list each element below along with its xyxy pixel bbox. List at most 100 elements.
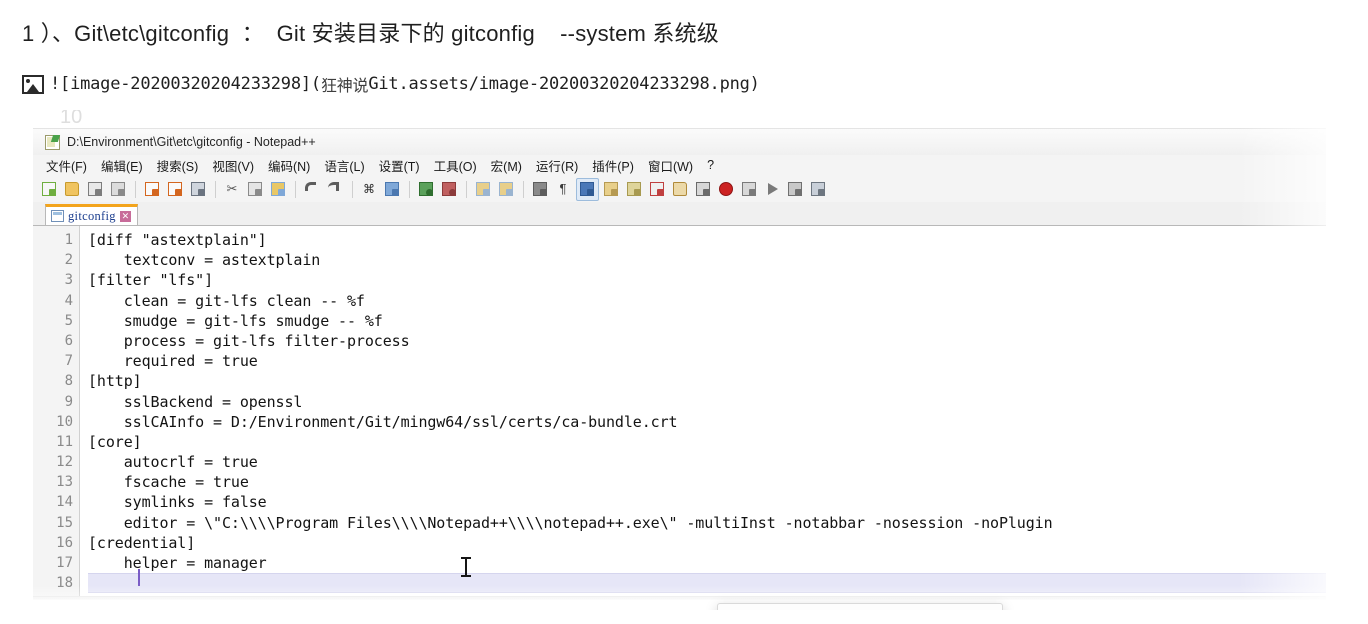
document-map-icon[interactable] [624, 179, 645, 200]
run-macro-multiple-icon[interactable] [785, 179, 806, 200]
code-text-area[interactable]: [diff "astextplain"] textconv = astextpl… [80, 226, 1326, 596]
word-wrap-icon[interactable] [530, 179, 551, 200]
menu-item-6[interactable]: 设置(T) [372, 154, 427, 178]
ui-user-interface-icon[interactable] [601, 179, 622, 200]
notepad-plus-plus-icon [45, 134, 60, 150]
code-line[interactable]: sslBackend = openssl [88, 392, 1326, 412]
close-icon[interactable]: ✕ [119, 210, 131, 222]
ghost-page-number: 10 [60, 110, 83, 128]
menu-item-2[interactable]: 搜索(S) [150, 154, 206, 178]
menu-item-7[interactable]: 工具(O) [427, 154, 484, 178]
close-all-icon[interactable] [165, 179, 186, 200]
menu-item-11[interactable]: 窗口(W) [641, 154, 700, 178]
code-line[interactable] [88, 573, 1326, 594]
paste-icon-accent [278, 188, 285, 196]
replace-icon[interactable] [382, 179, 403, 200]
line-number: 6 [64, 332, 73, 349]
markdown-image-prefix: ![image-20200320204233298]( [50, 74, 321, 94]
code-editor[interactable]: 1 2 3 4 5 6 7 8 9 10 11 12 13 14 15 16 17 18 [diff "astex… [33, 226, 1326, 596]
toolbar[interactable]: ✂ ⌘ ¶ [33, 176, 1326, 202]
code-line[interactable]: symlinks = false [88, 492, 1326, 512]
code-line[interactable]: [credential] [88, 533, 1326, 553]
cut-icon[interactable]: ✂ [222, 179, 243, 200]
run-macro-multiple-icon-accent [795, 188, 802, 196]
page-bottom-area [0, 600, 1368, 624]
code-line[interactable]: [http] [88, 371, 1326, 391]
ui-user-interface-icon-accent [611, 188, 618, 196]
indent-guide-icon[interactable] [576, 177, 599, 201]
code-line[interactable]: fscache = true [88, 472, 1326, 492]
copy-icon[interactable] [245, 179, 266, 200]
paste-icon[interactable] [268, 179, 289, 200]
toolbar-separator [295, 180, 296, 198]
print-icon[interactable] [188, 179, 209, 200]
document-map-icon-accent [634, 188, 641, 196]
code-line[interactable]: textconv = astextplain [88, 250, 1326, 270]
sync-vertical-icon-accent [483, 188, 490, 196]
tab-gitconfig[interactable]: gitconfig ✕ [45, 204, 138, 225]
code-line[interactable]: [diff "astextplain"] [88, 230, 1326, 250]
sync-horizontal-icon-accent [506, 188, 513, 196]
zoom-out-icon-accent [449, 188, 456, 196]
toolbar-separator [523, 180, 524, 198]
menu-item-4[interactable]: 编码(N) [261, 154, 317, 178]
menu-item-0[interactable]: 文件(F) [39, 154, 94, 178]
cut-icon-glyph: ✂ [226, 180, 238, 196]
save-macro-icon-accent [818, 188, 825, 196]
save-macro-icon[interactable] [808, 179, 829, 200]
line-number: 3 [64, 272, 73, 289]
code-line[interactable]: required = true [88, 351, 1326, 371]
replace-icon-accent [392, 188, 399, 196]
text-caret [138, 569, 140, 586]
code-line[interactable]: process = git-lfs filter-process [88, 331, 1326, 351]
code-line[interactable]: smudge = git-lfs smudge -- %f [88, 311, 1326, 331]
find-icon[interactable]: ⌘ [359, 179, 380, 200]
copy-icon-accent [255, 188, 262, 196]
markdown-image-reference-line: ![image-20200320204233298]( 狂神说 Git.asse… [22, 70, 760, 98]
function-list-icon[interactable] [647, 179, 668, 200]
undo-icon[interactable] [302, 179, 323, 200]
stop-macro-icon[interactable] [739, 179, 760, 200]
zoom-out-icon[interactable] [439, 179, 460, 200]
code-line[interactable]: sslCAInfo = D:/Environment/Git/mingw64/s… [88, 412, 1326, 432]
code-line[interactable]: autocrlf = true [88, 452, 1326, 472]
code-line[interactable]: [core] [88, 432, 1326, 452]
tab-bar[interactable]: gitconfig ✕ [33, 202, 1326, 226]
sync-vertical-icon[interactable] [473, 179, 494, 200]
menu-item-3[interactable]: 视图(V) [205, 154, 261, 178]
window-title-bar: D:\Environment\Git\etc\gitconfig - Notep… [33, 129, 1326, 155]
close-file-icon[interactable] [142, 179, 163, 200]
record-macro-icon-glyph [719, 181, 733, 196]
toolbar-separator [135, 180, 136, 198]
save-icon[interactable] [85, 179, 106, 200]
file-icon [51, 210, 64, 222]
menu-item-12[interactable]: ? [700, 156, 721, 175]
code-line[interactable]: [filter "lfs"] [88, 270, 1326, 290]
line-number: 2 [64, 252, 73, 269]
zoom-in-icon[interactable] [416, 179, 437, 200]
record-macro-icon[interactable] [716, 179, 737, 200]
menu-item-5[interactable]: 语言(L) [317, 154, 371, 178]
show-all-chars-icon[interactable]: ¶ [553, 179, 574, 200]
menu-bar[interactable]: 文件(F) 编辑(E) 搜索(S) 视图(V) 编码(N) 语言(L) 设置(T) 工具(O)… [33, 155, 1326, 176]
monitor-icon[interactable] [693, 179, 714, 200]
image-context-menu[interactable]: Copy Image to...缩放图片 [717, 603, 1003, 610]
menu-item-1[interactable]: 编辑(E) [94, 154, 150, 178]
code-line[interactable]: helper = manager [88, 553, 1326, 573]
folder-workspace-icon[interactable] [670, 179, 691, 200]
window-title-text: D:\Environment\Git\etc\gitconfig - Notep… [67, 135, 316, 149]
open-file-icon[interactable] [62, 179, 83, 200]
save-all-icon[interactable] [108, 179, 129, 200]
code-line[interactable]: editor = \"C:\\\\Program Files\\\\Notepa… [88, 513, 1326, 533]
playback-macro-icon[interactable] [762, 179, 783, 200]
redo-icon[interactable] [325, 179, 346, 200]
menu-item-10[interactable]: 插件(P) [585, 154, 641, 178]
new-file-icon[interactable] [39, 179, 60, 200]
menu-item-8[interactable]: 宏(M) [484, 154, 529, 178]
menu-item-9[interactable]: 运行(R) [529, 154, 585, 178]
line-number: 14 [56, 494, 73, 511]
code-line[interactable]: clean = git-lfs clean -- %f [88, 291, 1326, 311]
sync-horizontal-icon[interactable] [496, 179, 517, 200]
close-file-icon-accent [152, 188, 159, 196]
mouse-ibeam-cursor [461, 557, 471, 577]
